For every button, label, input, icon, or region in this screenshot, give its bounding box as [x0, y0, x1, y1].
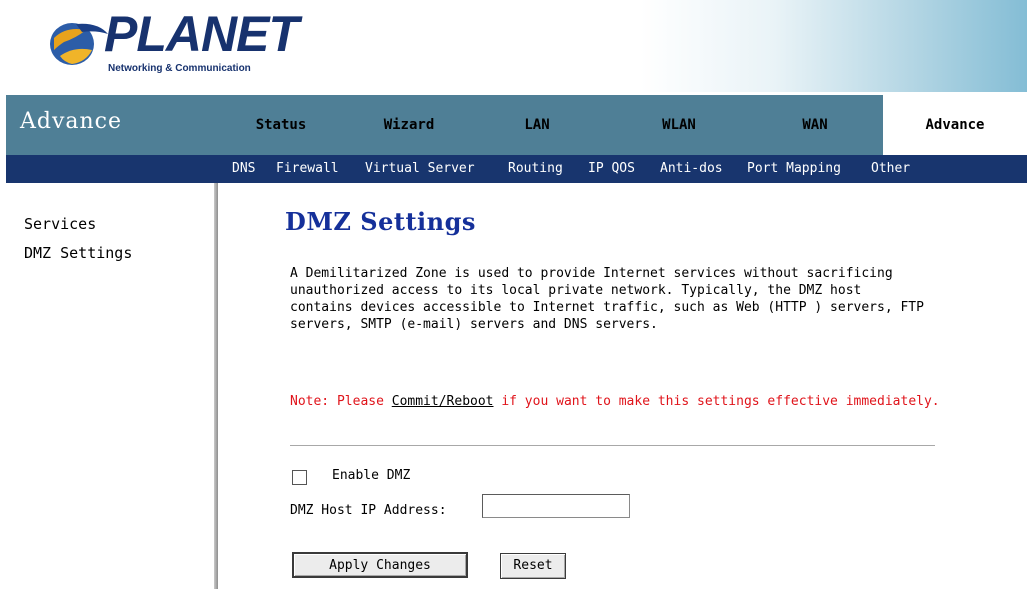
tab-lan[interactable]: LAN: [502, 95, 572, 155]
header-gradient: [640, 0, 1027, 92]
dmz-host-ip-input[interactable]: [482, 494, 630, 518]
sidebar-item-services[interactable]: Services: [24, 215, 96, 233]
description-text: A Demilitarized Zone is used to provide …: [290, 266, 924, 332]
tab-wan[interactable]: WAN: [774, 95, 856, 155]
subnav-dns[interactable]: DNS: [232, 155, 255, 183]
sub-nav: DNS Firewall Virtual Server Routing IP Q…: [6, 155, 1027, 183]
sidebar-item-dmz-settings[interactable]: DMZ Settings: [24, 244, 132, 262]
subnav-firewall[interactable]: Firewall: [276, 155, 339, 183]
divider: [290, 445, 935, 446]
tab-wizard[interactable]: Wizard: [354, 95, 464, 155]
note-prefix: Note: Please: [290, 394, 392, 409]
brand-name: PLANET: [104, 6, 299, 62]
section-title: Advance: [20, 109, 123, 134]
commit-reboot-link[interactable]: Commit/Reboot: [392, 394, 494, 409]
reset-button[interactable]: Reset: [500, 553, 566, 579]
enable-dmz-label: Enable DMZ: [332, 468, 411, 483]
subnav-virtual-server[interactable]: Virtual Server: [365, 155, 475, 183]
subnav-other[interactable]: Other: [871, 155, 910, 183]
subnav-routing[interactable]: Routing: [508, 155, 563, 183]
note-text: Note: Please Commit/Reboot if you want t…: [290, 393, 950, 411]
main-nav: Advance Status Wizard LAN WLAN WAN Advan…: [6, 95, 1027, 155]
tab-wlan[interactable]: WLAN: [634, 95, 724, 155]
apply-changes-button[interactable]: Apply Changes: [292, 552, 468, 578]
dmz-host-ip-label: DMZ Host IP Address:: [290, 503, 447, 518]
subnav-ip-qos[interactable]: IP QOS: [588, 155, 635, 183]
header: PLANET Networking & Communication: [0, 0, 1027, 92]
globe-icon: [50, 23, 108, 65]
page-title: DMZ Settings: [285, 207, 476, 236]
brand-tagline: Networking & Communication: [108, 63, 251, 74]
planet-logo: PLANET Networking & Communication: [46, 6, 299, 82]
subnav-anti-dos[interactable]: Anti-dos: [660, 155, 723, 183]
tab-status[interactable]: Status: [230, 95, 332, 155]
note-suffix: if you want to make this settings effect…: [493, 394, 940, 409]
sidebar: Services DMZ Settings: [6, 183, 214, 589]
main-content: DMZ Settings A Demilitarized Zone is use…: [218, 183, 1027, 589]
enable-dmz-checkbox[interactable]: [292, 470, 307, 485]
tab-advance[interactable]: Advance: [883, 95, 1027, 155]
subnav-port-mapping[interactable]: Port Mapping: [747, 155, 841, 183]
